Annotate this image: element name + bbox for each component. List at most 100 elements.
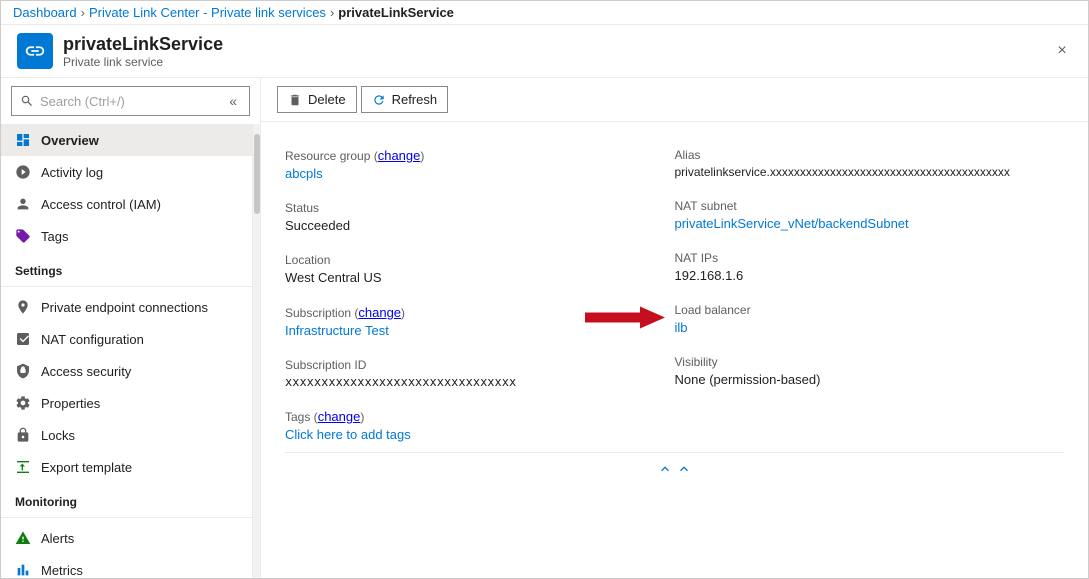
delete-label: Delete (308, 92, 346, 107)
page-header: privateLinkService Private link service … (1, 25, 1088, 78)
close-button[interactable]: × (1048, 37, 1076, 65)
refresh-button[interactable]: Refresh (361, 86, 449, 113)
location-label: Location (285, 253, 675, 267)
add-tags-link[interactable]: Click here to add tags (285, 427, 411, 442)
subscription-id-value: xxxxxxxxxxxxxxxxxxxxxxxxxxxxxxxx (285, 375, 675, 389)
endpoint-icon (15, 299, 31, 315)
collapse-button[interactable] (285, 452, 1064, 488)
search-input[interactable] (40, 94, 219, 109)
delete-button[interactable]: Delete (277, 86, 357, 113)
status-item: Status Succeeded (285, 191, 675, 243)
sidebar-label-endpoint: Private endpoint connections (41, 300, 208, 315)
sidebar-item-activity-log[interactable]: Activity log (1, 156, 252, 188)
lock-icon (15, 427, 31, 443)
resource-group-change[interactable]: change (378, 148, 421, 163)
subscription-link[interactable]: Infrastructure Test (285, 323, 389, 338)
page-subtitle: Private link service (63, 55, 223, 69)
settings-divider (1, 286, 252, 287)
load-balancer-label: Load balancer (675, 303, 1065, 317)
nat-subnet-link[interactable]: privateLinkService_vNet/backendSubnet (675, 216, 909, 231)
right-column: Alias privatelinkservice.xxxxxxxxxxxxxxx… (675, 138, 1065, 452)
sidebar-scrollbar[interactable] (252, 124, 260, 578)
visibility-value: None (permission-based) (675, 372, 1065, 387)
search-container: « (11, 86, 250, 116)
main-content: « Overview (1, 78, 1088, 578)
chevron-up-icon-2 (676, 461, 692, 477)
sidebar-label-properties: Properties (41, 396, 100, 411)
resource-group-item: Resource group (change) abcpls (285, 138, 675, 191)
service-icon (17, 33, 53, 69)
details-section: Resource group (change) abcpls Status Su… (261, 122, 1088, 504)
overview-icon (15, 132, 31, 148)
tags-item: Tags (change) Click here to add tags (285, 399, 675, 452)
metrics-icon (15, 562, 31, 578)
alerts-icon (15, 530, 31, 546)
subscription-change[interactable]: change (358, 305, 401, 320)
nat-icon (15, 331, 31, 347)
subscription-id-label: Subscription ID (285, 358, 675, 372)
settings-section-label: Settings (1, 252, 252, 282)
breadcrumb: Dashboard › Private Link Center - Privat… (1, 1, 1088, 25)
sidebar-item-nat[interactable]: NAT configuration (1, 323, 252, 355)
sidebar-label-export: Export template (41, 460, 132, 475)
collapse-button[interactable]: « (225, 91, 241, 111)
sidebar-item-properties[interactable]: Properties (1, 387, 252, 419)
arrow-icon (585, 303, 665, 333)
nat-ips-value: 192.168.1.6 (675, 268, 1065, 283)
nat-subnet-value: privateLinkService_vNet/backendSubnet (675, 216, 1065, 231)
tags-change[interactable]: change (318, 409, 361, 424)
sidebar-label-alerts: Alerts (41, 531, 74, 546)
sidebar-label-metrics: Metrics (41, 563, 83, 578)
breadcrumb-current: privateLinkService (338, 5, 454, 20)
visibility-item: Visibility None (permission-based) (675, 345, 1065, 397)
status-label: Status (285, 201, 675, 215)
sidebar-scroll-thumb (254, 134, 260, 214)
sidebar-label-iam: Access control (IAM) (41, 197, 161, 212)
toolbar: Delete Refresh (261, 78, 1088, 122)
sidebar-label-nat: NAT configuration (41, 332, 144, 347)
sidebar-label-security: Access security (41, 364, 131, 379)
status-value: Succeeded (285, 218, 675, 233)
sidebar-label-overview: Overview (41, 133, 99, 148)
monitoring-divider (1, 517, 252, 518)
export-icon (15, 459, 31, 475)
sidebar-item-iam[interactable]: Access control (IAM) (1, 188, 252, 220)
sidebar-item-metrics[interactable]: Metrics (1, 554, 252, 578)
tags-value: Click here to add tags (285, 427, 675, 442)
search-icon (20, 94, 34, 108)
alias-label: Alias (675, 148, 1065, 162)
alias-item: Alias privatelinkservice.xxxxxxxxxxxxxxx… (675, 138, 1065, 189)
resource-group-label: Resource group (change) (285, 148, 675, 163)
main-window: Dashboard › Private Link Center - Privat… (0, 0, 1089, 579)
left-column: Resource group (change) abcpls Status Su… (285, 138, 675, 452)
load-balancer-value: ilb (675, 320, 1065, 335)
sidebar-label-activity: Activity log (41, 165, 103, 180)
resource-group-link[interactable]: abcpls (285, 166, 323, 181)
sidebar-item-export[interactable]: Export template (1, 451, 252, 483)
sidebar-item-access-security[interactable]: Access security (1, 355, 252, 387)
sidebar-label-tags: Tags (41, 229, 68, 244)
refresh-label: Refresh (392, 92, 438, 107)
breadcrumb-private-link[interactable]: Private Link Center - Private link servi… (89, 5, 326, 20)
load-balancer-item: Load balancer ilb (675, 293, 1065, 345)
link-icon (24, 40, 46, 62)
location-item: Location West Central US (285, 243, 675, 295)
nat-ips-label: NAT IPs (675, 251, 1065, 265)
sidebar-item-locks[interactable]: Locks (1, 419, 252, 451)
nat-subnet-item: NAT subnet privateLinkService_vNet/backe… (675, 189, 1065, 241)
sidebar-item-alerts[interactable]: Alerts (1, 522, 252, 554)
breadcrumb-sep-1: › (81, 5, 85, 20)
load-balancer-link[interactable]: ilb (675, 320, 688, 335)
arrow-indicator (585, 303, 665, 336)
sidebar-item-overview[interactable]: Overview (1, 124, 252, 156)
sidebar: « Overview (1, 78, 261, 578)
refresh-icon (372, 93, 386, 107)
visibility-label: Visibility (675, 355, 1065, 369)
tags-icon (15, 228, 31, 244)
breadcrumb-dashboard[interactable]: Dashboard (13, 5, 77, 20)
sidebar-item-private-endpoint[interactable]: Private endpoint connections (1, 291, 252, 323)
breadcrumb-sep-2: › (330, 5, 334, 20)
sidebar-item-tags[interactable]: Tags (1, 220, 252, 252)
tags-label: Tags (change) (285, 409, 675, 424)
resource-group-value: abcpls (285, 166, 675, 181)
